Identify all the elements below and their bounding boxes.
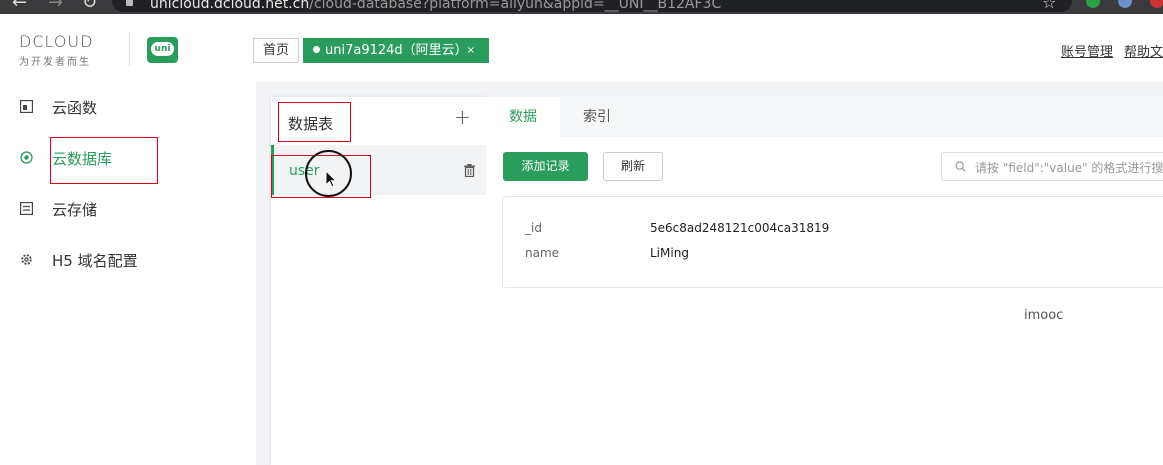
mouse-cursor-icon [325,170,337,188]
storage-icon [20,202,33,215]
database-icon [20,151,33,164]
address-bar[interactable]: unicloud.dcloud.net.cn/cloud-database?pl… [112,0,1072,12]
highlight-box [278,102,351,142]
sidebar-item-label: H5 域名配置 [52,252,138,270]
tables-panel: 数据表 + user [271,97,486,465]
field-value: LiMing [650,246,689,260]
back-arrow-icon[interactable]: ← [12,0,27,12]
uni-logo-text: uni [151,42,174,56]
url-path: /cloud-database?platform=aliyun&appid=__… [309,0,722,12]
search-placeholder: 请按 "field":"value" 的格式进行搜 [975,161,1163,175]
trash-icon[interactable] [464,164,475,177]
extension-icon[interactable] [1118,0,1132,8]
extension-red-icon[interactable] [1150,0,1163,8]
dcloud-logo[interactable]: DCLOUD 为开发者而生 [19,32,94,69]
help-link[interactable]: 帮助文 [1124,41,1163,60]
search-input[interactable]: 请按 "field":"value" 的格式进行搜 [941,152,1163,181]
sidebar-item-label: 云函数 [52,99,98,117]
field-key: name [525,246,560,260]
refresh-button[interactable]: 刷新 [603,152,663,181]
logo-text: DCLOUD [19,32,94,51]
tab-close-icon[interactable]: × [467,38,475,63]
tab-space-label: uni7a9124d（阿里云） [325,43,468,58]
account-link[interactable]: 账号管理 [1061,41,1113,60]
tab-index[interactable]: 索引 [560,97,634,137]
forward-arrow-icon[interactable]: → [48,0,63,12]
uni-logo: uni [147,37,178,63]
sidebar-item-cloud-storage[interactable]: 云存储 [0,184,256,234]
record-card[interactable]: _id 5e6c8ad248121c004ca31819 name LiMing [502,196,1163,288]
sidebar-item-label: 云存储 [52,201,98,219]
tab-home[interactable]: 首页 [253,38,299,63]
function-icon [20,100,33,113]
field-key: _id [525,221,542,235]
tab-data[interactable]: 数据 [486,97,560,137]
browser-toolbar: ← → ↻ unicloud.dcloud.net.cn/cloud-datab… [0,0,1163,14]
logo-tagline: 为开发者而生 [19,57,91,68]
highlight-box [50,137,158,184]
bookmark-star-icon[interactable]: ☆ [1042,0,1056,12]
content-panel: 数据 索引 添加记录 刷新 请按 "field":"value" 的格式进行搜 … [486,97,1163,465]
watermark: imooc [1024,308,1064,323]
gear-icon [21,254,32,265]
reload-icon[interactable]: ↻ [82,0,97,12]
extension-vue-icon[interactable] [1086,0,1100,8]
field-value: 5e6c8ad248121c004ca31819 [650,221,830,235]
active-dot-icon [313,46,320,53]
sidebar-item-h5-domain[interactable]: H5 域名配置 [0,235,256,285]
app-header: DCLOUD 为开发者而生 uni 首页 uni7a9124d（阿里云） × 账… [0,14,1163,82]
url-host: unicloud.dcloud.net.cn [150,0,310,12]
add-record-button[interactable]: 添加记录 [503,152,588,181]
lock-icon [126,0,133,6]
url-text: unicloud.dcloud.net.cn/cloud-database?pl… [150,0,721,11]
sidebar-item-cloud-function[interactable]: 云函数 [0,82,256,132]
content-tabs: 数据 索引 [486,97,1163,137]
search-icon [955,161,966,172]
tab-space[interactable]: uni7a9124d（阿里云） × [303,38,489,63]
logo-divider [129,32,130,66]
add-table-icon[interactable]: + [454,105,471,129]
